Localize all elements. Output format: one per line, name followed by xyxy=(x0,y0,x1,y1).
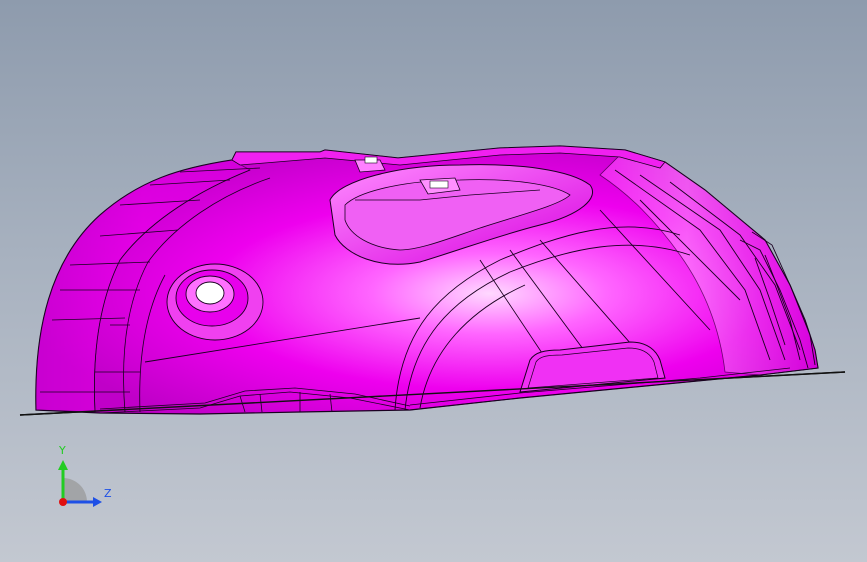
triad-quadrant xyxy=(63,478,87,502)
z-axis-label: Z xyxy=(104,487,112,500)
3d-model-view[interactable] xyxy=(0,0,867,562)
x-axis-dot xyxy=(59,498,67,506)
y-axis-label: Y xyxy=(58,444,66,457)
y-axis-arrowhead xyxy=(58,460,68,470)
mounting-boss xyxy=(166,263,264,341)
graphics-viewport[interactable]: Y Z xyxy=(0,0,867,562)
coordinate-triad[interactable]: Y Z xyxy=(50,440,120,510)
z-axis-arrowhead xyxy=(93,497,102,507)
